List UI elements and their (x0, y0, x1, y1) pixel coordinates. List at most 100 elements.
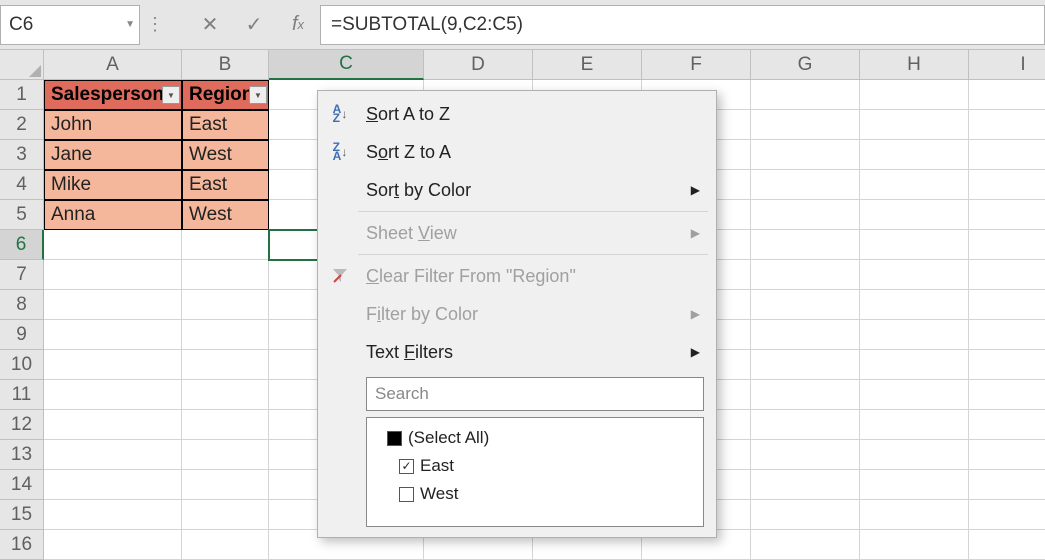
table-cell[interactable]: West (182, 140, 269, 170)
cancel-formula-button[interactable]: ✕ (188, 5, 232, 45)
cell[interactable] (182, 410, 269, 440)
cell[interactable] (860, 440, 969, 470)
vertical-dots-icon[interactable]: ⋮ (146, 14, 158, 35)
cell[interactable] (969, 260, 1045, 290)
row-header-11[interactable]: 11 (0, 380, 44, 410)
chevron-down-icon[interactable]: ▼ (125, 19, 135, 30)
cell[interactable] (751, 410, 860, 440)
cell[interactable] (860, 230, 969, 260)
cell[interactable] (860, 380, 969, 410)
cell[interactable] (969, 440, 1045, 470)
cell[interactable] (751, 200, 860, 230)
cell[interactable] (860, 290, 969, 320)
cell[interactable] (860, 500, 969, 530)
cell[interactable] (969, 530, 1045, 560)
column-header-I[interactable]: I (969, 50, 1045, 80)
formula-input[interactable]: =SUBTOTAL(9,C2:C5) (320, 5, 1045, 45)
row-header-13[interactable]: 13 (0, 440, 44, 470)
cell[interactable] (969, 350, 1045, 380)
cell[interactable] (182, 440, 269, 470)
cell[interactable] (860, 470, 969, 500)
cell[interactable] (969, 80, 1045, 110)
sort-by-color-item[interactable]: Sort by Color ▶ (318, 171, 716, 209)
table-cell[interactable]: Jane (44, 140, 182, 170)
table-header[interactable]: Region (182, 80, 269, 110)
name-box[interactable]: C6 ▼ (0, 5, 140, 45)
row-header-7[interactable]: 7 (0, 260, 44, 290)
column-header-F[interactable]: F (642, 50, 751, 80)
cell[interactable] (182, 500, 269, 530)
cell[interactable] (860, 80, 969, 110)
cell[interactable] (182, 470, 269, 500)
cell[interactable] (860, 260, 969, 290)
cell[interactable] (969, 110, 1045, 140)
cell[interactable] (860, 170, 969, 200)
cell[interactable] (860, 320, 969, 350)
row-header-10[interactable]: 10 (0, 350, 44, 380)
filter-dropdown-button[interactable] (249, 86, 267, 104)
table-cell[interactable]: West (182, 200, 269, 230)
column-header-B[interactable]: B (182, 50, 269, 80)
row-header-6[interactable]: 6 (0, 230, 44, 260)
accept-formula-button[interactable]: ✓ (232, 5, 276, 45)
cell[interactable] (751, 380, 860, 410)
cell[interactable] (44, 410, 182, 440)
row-header-5[interactable]: 5 (0, 200, 44, 230)
column-header-D[interactable]: D (424, 50, 533, 80)
row-header-9[interactable]: 9 (0, 320, 44, 350)
fx-icon[interactable]: fx (276, 5, 320, 45)
cell[interactable] (44, 500, 182, 530)
column-header-H[interactable]: H (860, 50, 969, 80)
cell[interactable] (44, 380, 182, 410)
cell[interactable] (751, 320, 860, 350)
cell[interactable] (182, 230, 269, 260)
cell[interactable] (182, 320, 269, 350)
cell[interactable] (969, 140, 1045, 170)
sort-ascending-item[interactable]: AZ↓ Sort A to Z (318, 95, 716, 133)
cell[interactable] (751, 530, 860, 560)
row-header-1[interactable]: 1 (0, 80, 44, 110)
cell[interactable] (751, 350, 860, 380)
cell[interactable] (860, 410, 969, 440)
cell[interactable] (860, 530, 969, 560)
row-header-8[interactable]: 8 (0, 290, 44, 320)
cell[interactable] (751, 230, 860, 260)
cell[interactable] (860, 110, 969, 140)
cell[interactable] (182, 380, 269, 410)
cell[interactable] (751, 470, 860, 500)
cell[interactable] (44, 530, 182, 560)
table-cell[interactable]: East (182, 110, 269, 140)
cell[interactable] (182, 350, 269, 380)
cell[interactable] (969, 200, 1045, 230)
cell[interactable] (182, 290, 269, 320)
cell[interactable] (44, 290, 182, 320)
cell[interactable] (182, 260, 269, 290)
cell[interactable] (969, 320, 1045, 350)
filter-dropdown-button[interactable] (162, 86, 180, 104)
cell[interactable] (860, 350, 969, 380)
cell[interactable] (44, 350, 182, 380)
column-header-C[interactable]: C (269, 50, 424, 80)
row-header-15[interactable]: 15 (0, 500, 44, 530)
cell[interactable] (751, 440, 860, 470)
table-cell[interactable]: John (44, 110, 182, 140)
sort-descending-item[interactable]: ZA↓ Sort Z to A (318, 133, 716, 171)
cell[interactable] (969, 470, 1045, 500)
cell[interactable] (182, 530, 269, 560)
filter-search-input[interactable]: Search (366, 377, 704, 411)
cell[interactable] (969, 290, 1045, 320)
row-header-2[interactable]: 2 (0, 110, 44, 140)
cell[interactable] (969, 380, 1045, 410)
select-all-corner[interactable] (0, 50, 44, 80)
table-cell[interactable]: Anna (44, 200, 182, 230)
filter-value-east[interactable]: East (371, 452, 699, 480)
row-header-16[interactable]: 16 (0, 530, 44, 560)
cell[interactable] (44, 440, 182, 470)
row-header-3[interactable]: 3 (0, 140, 44, 170)
cell[interactable] (44, 470, 182, 500)
cell[interactable] (969, 230, 1045, 260)
table-cell[interactable]: Mike (44, 170, 182, 200)
row-header-4[interactable]: 4 (0, 170, 44, 200)
cell[interactable] (44, 260, 182, 290)
text-filters-item[interactable]: Text Filters ▶ (318, 333, 716, 371)
